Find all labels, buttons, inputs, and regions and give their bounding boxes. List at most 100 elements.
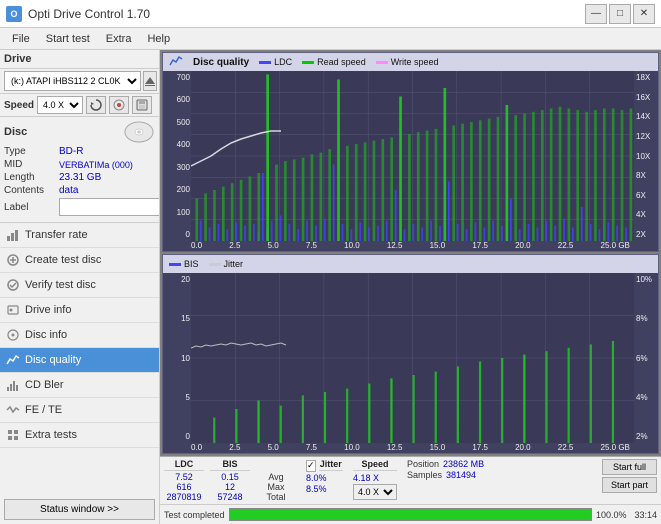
position-label: Position: [407, 459, 439, 469]
drive-info-icon: [6, 303, 20, 317]
menu-file[interactable]: File: [4, 31, 38, 47]
contents-value: data: [59, 185, 155, 196]
bis-total: 57248: [217, 492, 242, 502]
app-window: O Opti Drive Control 1.70 — □ ✕ File Sta…: [0, 0, 661, 524]
disc-info-icon: [6, 328, 20, 342]
window-controls: — □ ✕: [585, 4, 655, 24]
nav-drive-info[interactable]: Drive info: [0, 298, 159, 323]
nav-create-test-label: Create test disc: [25, 254, 101, 266]
progress-bar-fill: [230, 509, 591, 520]
samples-value: 381494: [446, 470, 476, 480]
write-speed-legend-color: [376, 61, 388, 64]
nav-disc-info[interactable]: Disc info: [0, 323, 159, 348]
jitter-max: 8.5%: [306, 484, 343, 494]
read-speed-legend-label: Read speed: [317, 57, 366, 67]
save-button[interactable]: [132, 96, 152, 114]
type-field: Type BD-R: [4, 146, 155, 157]
label-input[interactable]: [59, 198, 160, 216]
bis-header: BIS: [210, 459, 250, 471]
create-test-icon: [6, 253, 20, 267]
eject-button[interactable]: [143, 71, 157, 91]
read-speed-legend: Read speed: [302, 57, 366, 67]
total-label: Total: [266, 492, 285, 502]
progress-percent: 100.0%: [596, 510, 627, 520]
disc-info-panel: Disc Type BD-R MID VERBATIMa (000): [0, 117, 159, 223]
progress-time: 33:14: [634, 510, 657, 520]
nav-extra-tests[interactable]: Extra tests: [0, 423, 159, 448]
jitter-avg: 8.0%: [306, 473, 343, 483]
nav-cd-bler[interactable]: CD Bler: [0, 373, 159, 398]
contents-field: Contents data: [4, 185, 155, 196]
nav-disc-info-label: Disc info: [25, 329, 67, 341]
menu-help[interactable]: Help: [139, 31, 178, 47]
title-menu-area: O Opti Drive Control 1.70 — □ ✕ File Sta…: [0, 0, 661, 50]
bis-stat-block: BIS 0.15 12 57248: [210, 459, 250, 502]
nav-disc-quality[interactable]: Disc quality: [0, 348, 159, 373]
speed-label: Speed: [4, 100, 34, 111]
maximize-button[interactable]: □: [609, 4, 631, 24]
close-button[interactable]: ✕: [633, 4, 655, 24]
nav-fe-te[interactable]: FE / TE: [0, 398, 159, 423]
label-field: Label ✎: [4, 198, 155, 216]
bis-legend-label: BIS: [184, 259, 199, 269]
start-buttons: Start full Start part: [602, 459, 657, 502]
fe-te-icon: [6, 403, 20, 417]
drive-select[interactable]: (k:) ATAPI iHBS112 2 CL0K: [4, 71, 141, 91]
jitter-block: ✓ Jitter 8.0% 8.5%: [306, 459, 343, 502]
start-full-button[interactable]: Start full: [602, 459, 657, 475]
mid-field: MID VERBATIMa (000): [4, 159, 155, 170]
speed-header: Speed: [353, 459, 397, 471]
speed-section: Speed 4.0 X: [0, 94, 159, 117]
progress-status: Test completed: [164, 510, 225, 520]
nav-create-test[interactable]: Create test disc: [0, 248, 159, 273]
menu-starttest[interactable]: Start test: [38, 31, 98, 47]
ldc-header: LDC: [164, 459, 204, 471]
position-value: 23862 MB: [443, 459, 484, 469]
nav-cd-bler-label: CD Bler: [25, 379, 64, 391]
jitter-checkbox[interactable]: ✓: [306, 460, 316, 472]
avg-label: Avg: [268, 472, 283, 482]
bottom-chart-svg: [191, 273, 634, 443]
disc-quality-title-bar: Disc quality LDC Read speed Write speed: [163, 53, 658, 71]
verify-test-icon: [6, 278, 20, 292]
nav-disc-quality-label: Disc quality: [25, 354, 81, 366]
start-part-button[interactable]: Start part: [602, 477, 657, 493]
status-window-button[interactable]: Status window >>: [4, 499, 155, 520]
read-speed-legend-color: [302, 61, 314, 64]
progress-bar-row: Test completed 100.0% 33:14: [160, 504, 661, 524]
bis-avg: 0.15: [221, 472, 239, 482]
nav-extra-tests-label: Extra tests: [25, 429, 77, 441]
ldc-avg: 7.52: [175, 472, 193, 482]
speed-select[interactable]: 4.0 X: [37, 96, 83, 114]
burn-button[interactable]: [109, 96, 129, 114]
nav-transfer-rate[interactable]: Transfer rate: [0, 223, 159, 248]
max-label: Max: [267, 482, 284, 492]
ldc-max: 616: [176, 482, 191, 492]
bis-legend: BIS: [169, 259, 199, 269]
drive-selector-row: (k:) ATAPI iHBS112 2 CL0K: [0, 69, 159, 94]
menu-bar: File Start test Extra Help: [0, 28, 661, 50]
speed-block: Speed 4.18 X 4.0 X: [353, 459, 397, 502]
nav-verify-test[interactable]: Verify test disc: [0, 273, 159, 298]
minimize-button[interactable]: —: [585, 4, 607, 24]
drive-section: Drive: [0, 50, 159, 69]
speed-dropdown[interactable]: 4.0 X: [353, 484, 397, 500]
transfer-rate-icon: [6, 228, 20, 242]
bis-legend-color: [169, 263, 181, 266]
ldc-total: 2870819: [166, 492, 201, 502]
bis-jitter-chart-panel: BIS Jitter 20 15 10 5 0: [162, 254, 659, 454]
title-bar-left: O Opti Drive Control 1.70: [6, 6, 150, 22]
left-panel: Drive (k:) ATAPI iHBS112 2 CL0K Speed 4.…: [0, 50, 160, 524]
write-speed-legend-label: Write speed: [391, 57, 439, 67]
nav-drive-info-label: Drive info: [25, 304, 71, 316]
bottom-chart-y-right: 10% 8% 6% 4% 2%: [634, 273, 658, 443]
ldc-legend-color: [259, 61, 271, 64]
top-chart-svg: [191, 71, 634, 241]
speed-refresh-button[interactable]: [86, 96, 106, 114]
disc-icon: [123, 121, 155, 143]
menu-extra[interactable]: Extra: [98, 31, 140, 47]
bottom-chart-x-labels: 0.0 2.5 5.0 7.5 10.0 12.5 15.0 17.5 20.0…: [163, 443, 658, 452]
speed-avg: 4.18 X: [353, 473, 397, 483]
mid-value: VERBATIMa (000): [59, 160, 155, 170]
disc-quality-chart-icon: [169, 55, 183, 69]
